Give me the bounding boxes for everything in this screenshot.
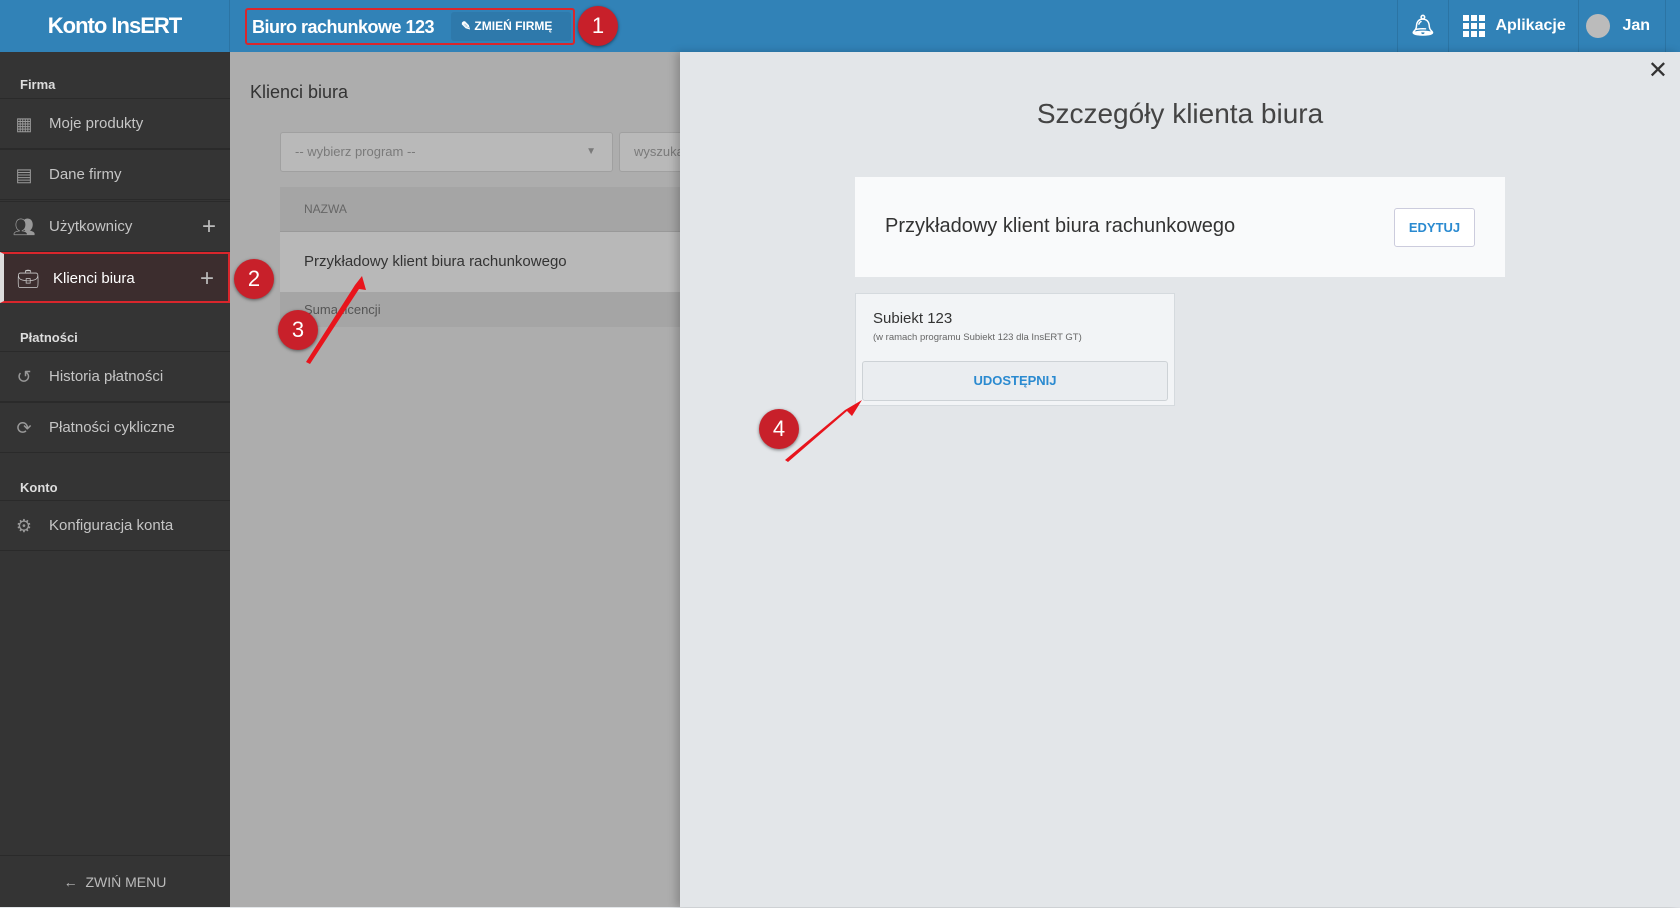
annotation-badge: 4 [759, 409, 799, 449]
annotation-badge: 1 [578, 6, 618, 46]
annotation-badge: 2 [234, 259, 274, 299]
annotation-arrows [306, 276, 862, 462]
annotation-badge: 3 [278, 310, 318, 350]
